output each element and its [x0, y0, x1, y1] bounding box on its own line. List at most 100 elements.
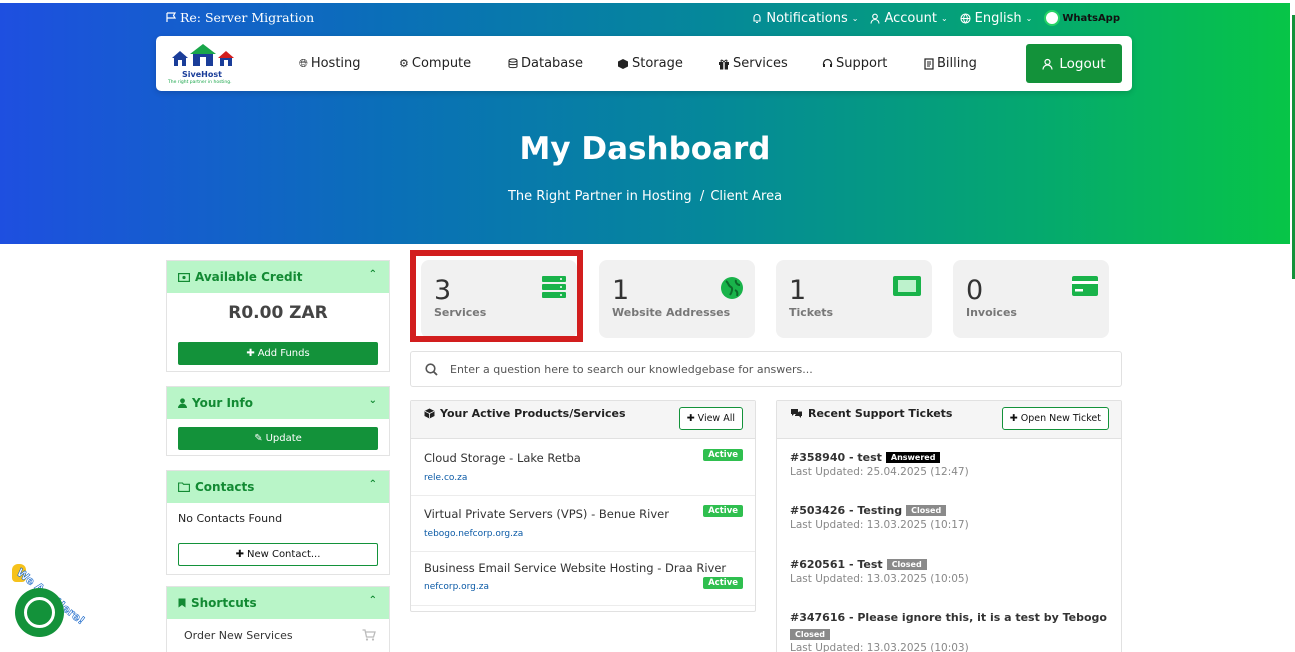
ticket-title-line: #347616 - Please ignore this, it is a te…	[790, 611, 1107, 624]
status-badge: Answered	[885, 452, 941, 463]
notifications-label: Notifications	[766, 10, 848, 26]
receipt-icon	[924, 57, 934, 70]
account-menu[interactable]: Account ⌄	[870, 11, 948, 26]
whatsapp-label: WhatsApp	[1062, 12, 1120, 24]
credit-card-icon	[1072, 276, 1098, 296]
view-all-button[interactable]: ✚ View All	[678, 407, 743, 430]
chevron-down-icon: ⌄	[851, 13, 859, 23]
product-row[interactable]: Virtual Private Servers (VPS) - Benue Ri…	[411, 496, 755, 552]
product-name[interactable]: Business Email Service Website Hosting -…	[424, 561, 726, 575]
globe-icon: 🌐︎	[299, 56, 308, 70]
announcement-link[interactable]: Re: Server Migration	[166, 10, 314, 25]
chevron-down-icon: ⌄	[940, 13, 948, 23]
product-domain[interactable]: tebogo.nefcorp.org.za	[424, 529, 523, 539]
nav-compute[interactable]: ⚙ Compute	[399, 56, 471, 71]
search-icon	[425, 362, 438, 376]
nav-hosting[interactable]: 🌐︎ Hosting	[299, 56, 361, 71]
nav-database[interactable]: Database	[508, 56, 583, 71]
user-icon	[870, 13, 881, 24]
bell-icon	[753, 13, 761, 23]
product-row[interactable]: Cloud Storage - Lake Retba rele.co.za Ac…	[411, 440, 755, 496]
bookmark-icon	[178, 598, 186, 608]
ticket-updated: Last Updated: 13.03.2025 (10:05)	[790, 573, 969, 585]
ticket-updated: Last Updated: 25.04.2025 (12:47)	[790, 466, 969, 478]
open-new-ticket-button[interactable]: ✚ Open New Ticket	[1001, 407, 1109, 430]
shortcuts-panel-header[interactable]: Shortcuts ⌃	[167, 587, 389, 619]
order-new-services-link[interactable]: Order New Services	[184, 629, 293, 642]
ticket-title-line: #358940 - test Answered	[790, 451, 969, 464]
notifications-menu[interactable]: Notifications ⌄	[752, 11, 858, 26]
products-title: Your Active Products/Services	[440, 407, 626, 420]
status-badge: Closed	[886, 559, 927, 570]
chevron-up-icon[interactable]: ⌃	[369, 479, 377, 490]
chevron-up-icon[interactable]: ⌃	[369, 595, 377, 606]
new-contact-button[interactable]: ✚ New Contact...	[178, 543, 378, 566]
ticket-row[interactable]: #620561 - Test Closed Last Updated: 13.0…	[790, 558, 969, 585]
nav-services[interactable]: Services	[718, 56, 788, 71]
add-funds-button[interactable]: ✚ Add Funds	[178, 342, 378, 365]
globe-icon	[960, 12, 971, 24]
contacts-panel-header[interactable]: Contacts ⌃	[167, 471, 389, 503]
stat-tickets[interactable]: 1 Tickets	[776, 260, 932, 338]
ticket-subject[interactable]: #347616 - Please ignore this, it is a te…	[790, 611, 1107, 624]
product-name[interactable]: Virtual Private Servers (VPS) - Benue Ri…	[424, 507, 669, 521]
stat-website-addresses[interactable]: 1 Website Addresses	[599, 260, 755, 338]
hero-banner: Re: Server Migration Notifications ⌄ Acc…	[0, 3, 1290, 244]
ticket-row[interactable]: #347616 - Please ignore this, it is a te…	[790, 611, 1107, 652]
scrollbar[interactable]	[1290, 0, 1295, 652]
info-panel-header[interactable]: Your Info ⌄	[167, 387, 389, 419]
whatsapp-icon	[1044, 10, 1061, 26]
chevron-up-icon[interactable]: ⌃	[369, 269, 377, 280]
ticket-row[interactable]: #358940 - test Answered Last Updated: 25…	[790, 451, 969, 478]
ticket-subject[interactable]: #503426 - Testing	[790, 504, 902, 517]
contacts-panel: Contacts ⌃ No Contacts Found ✚ New Conta…	[166, 470, 390, 575]
top-menu: Notifications ⌄ Account ⌄ English ⌄ What…	[752, 10, 1120, 26]
ticket-subject[interactable]: #358940 - test	[790, 451, 882, 464]
nav-database-label: Database	[521, 56, 584, 71]
domains-count: 1	[612, 275, 630, 306]
whatsapp-link[interactable]: WhatsApp	[1044, 10, 1120, 26]
nav-support[interactable]: Support	[822, 56, 887, 71]
nav-storage[interactable]: Storage	[617, 56, 683, 71]
nav-billing[interactable]: Billing	[924, 56, 977, 71]
chevron-down-icon[interactable]: ⌄	[369, 395, 377, 406]
credit-panel-header[interactable]: Available Credit ⌃	[167, 261, 389, 293]
search-input[interactable]: Enter a question here to search our know…	[450, 363, 813, 376]
domains-label: Website Addresses	[612, 306, 731, 319]
services-highlight-frame	[410, 250, 583, 342]
logout-button[interactable]: Logout	[1026, 44, 1122, 83]
update-button[interactable]: ✎ Update	[178, 427, 378, 450]
announcement-title: Re: Server Migration	[180, 10, 315, 25]
sivehost-logo[interactable]: SiveHost The right partner in hosting.	[168, 42, 243, 85]
active-products-panel: Your Active Products/Services ✚ View All…	[410, 400, 756, 612]
product-name[interactable]: Cloud Storage - Lake Retba	[424, 451, 581, 465]
ticket-updated: Last Updated: 13.03.2025 (10:03)	[790, 642, 969, 652]
knowledgebase-search[interactable]: Enter a question here to search our know…	[410, 351, 1122, 387]
language-menu[interactable]: English ⌄	[960, 11, 1032, 26]
stat-invoices[interactable]: 0 Invoices	[953, 260, 1109, 338]
tickets-count: 1	[789, 275, 807, 306]
shortcuts-panel: Shortcuts ⌃ Order New Services	[166, 586, 390, 652]
new-contact-label: New Contact...	[246, 549, 321, 560]
contacts-title: Contacts	[195, 480, 255, 494]
plus-icon: ✚	[246, 348, 255, 359]
add-funds-label: Add Funds	[257, 348, 310, 359]
status-badge: Closed	[906, 505, 947, 516]
ticket-subject[interactable]: #620561 - Test	[790, 558, 883, 571]
pencil-icon: ✎	[254, 433, 263, 444]
product-row[interactable]: Business Email Service Website Hosting -…	[411, 551, 755, 606]
ticket-row[interactable]: #503426 - Testing Closed Last Updated: 1…	[790, 504, 969, 531]
brand-tagline: The right partner in hosting.	[168, 80, 232, 85]
breadcrumb-home[interactable]: The Right Partner in Hosting	[508, 189, 692, 204]
nav-storage-label: Storage	[632, 56, 683, 71]
logout-label: Logout	[1059, 55, 1106, 72]
flag-icon	[166, 12, 177, 22]
product-domain[interactable]: nefcorp.org.za	[424, 582, 489, 592]
database-icon	[508, 58, 518, 69]
product-domain[interactable]: rele.co.za	[424, 473, 467, 483]
chat-launcher-button[interactable]	[15, 588, 64, 637]
invoices-count: 0	[966, 275, 984, 306]
gear-icon: ⚙	[399, 57, 409, 70]
main-navbar: SiveHost The right partner in hosting. 🌐…	[156, 36, 1132, 91]
ticket-icon	[893, 276, 921, 296]
